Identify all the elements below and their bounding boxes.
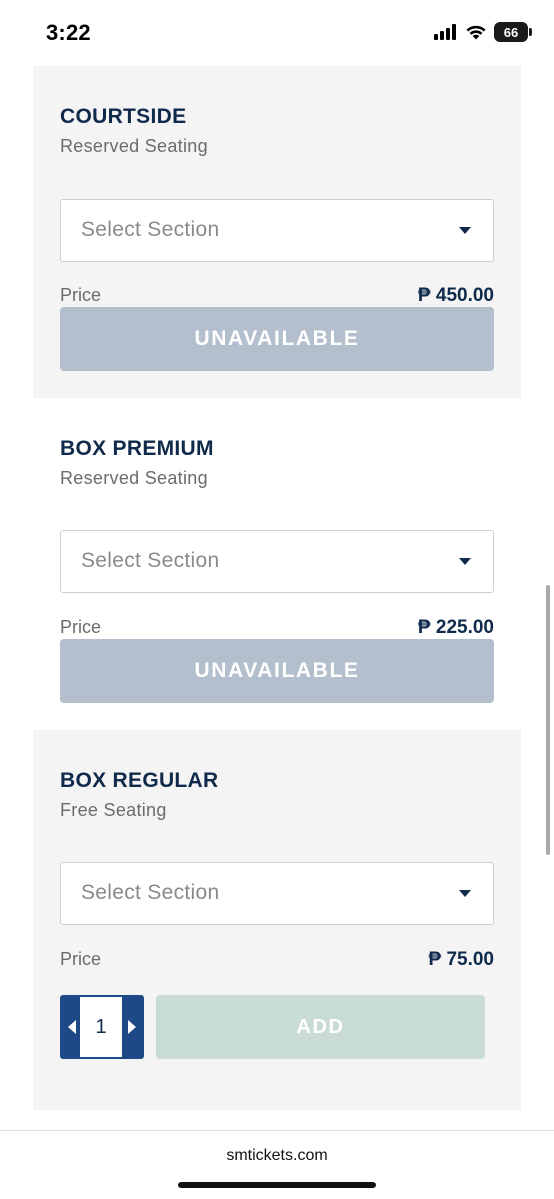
- url-text[interactable]: smtickets.com: [0, 1147, 554, 1165]
- ticket-card-box-premium: BOX PREMIUM Reserved Seating Select Sect…: [33, 398, 521, 730]
- battery-level: 66: [503, 24, 519, 40]
- unavailable-button[interactable]: UNAVAILABLE: [60, 307, 494, 371]
- section-select[interactable]: Select Section: [60, 530, 494, 593]
- ticket-title: BOX PREMIUM: [60, 437, 214, 460]
- ticket-title: COURTSIDE: [60, 105, 187, 128]
- caret-down-icon: [459, 890, 471, 897]
- price-value: ₱ 450.00: [417, 285, 494, 306]
- ticket-subtitle: Reserved Seating: [60, 468, 208, 488]
- ticket-title: BOX REGULAR: [60, 769, 219, 792]
- quantity-stepper: 1: [60, 995, 144, 1059]
- ticket-subtitle: Reserved Seating: [60, 136, 208, 156]
- price-value: ₱ 225.00: [417, 617, 494, 638]
- home-indicator[interactable]: [178, 1182, 376, 1188]
- signal-icon: [434, 24, 456, 40]
- add-button[interactable]: ADD: [156, 995, 485, 1059]
- ticket-card-box-regular: BOX REGULAR Free Seating Select Section …: [33, 730, 521, 1110]
- battery-icon: 66: [494, 22, 532, 42]
- price-label: Price: [60, 617, 102, 637]
- scrollbar[interactable]: [546, 585, 550, 855]
- section-select[interactable]: Select Section: [60, 862, 494, 925]
- browser-bottom-bar: smtickets.com: [0, 1130, 554, 1199]
- section-select[interactable]: Select Section: [60, 199, 494, 262]
- price-value: ₱ 75.00: [428, 949, 495, 970]
- select-placeholder: Select Section: [81, 549, 220, 572]
- ticket-subtitle: Free Seating: [60, 800, 167, 820]
- price-label: Price: [60, 285, 102, 305]
- wifi-icon: [466, 25, 486, 40]
- increment-arrow-icon[interactable]: [128, 1020, 136, 1034]
- status-icons: 66: [434, 22, 532, 42]
- price-label: Price: [60, 949, 102, 969]
- select-placeholder: Select Section: [81, 218, 220, 241]
- unavailable-button[interactable]: UNAVAILABLE: [60, 639, 494, 703]
- quantity-input[interactable]: 1: [80, 997, 122, 1057]
- caret-down-icon: [459, 558, 471, 565]
- status-bar: 3:22 66: [0, 0, 554, 66]
- decrement-arrow-icon[interactable]: [68, 1020, 76, 1034]
- ticket-card-courtside: COURTSIDE Reserved Seating Select Sectio…: [33, 66, 521, 398]
- status-time: 3:22: [46, 20, 91, 45]
- select-placeholder: Select Section: [81, 881, 220, 904]
- caret-down-icon: [459, 227, 471, 234]
